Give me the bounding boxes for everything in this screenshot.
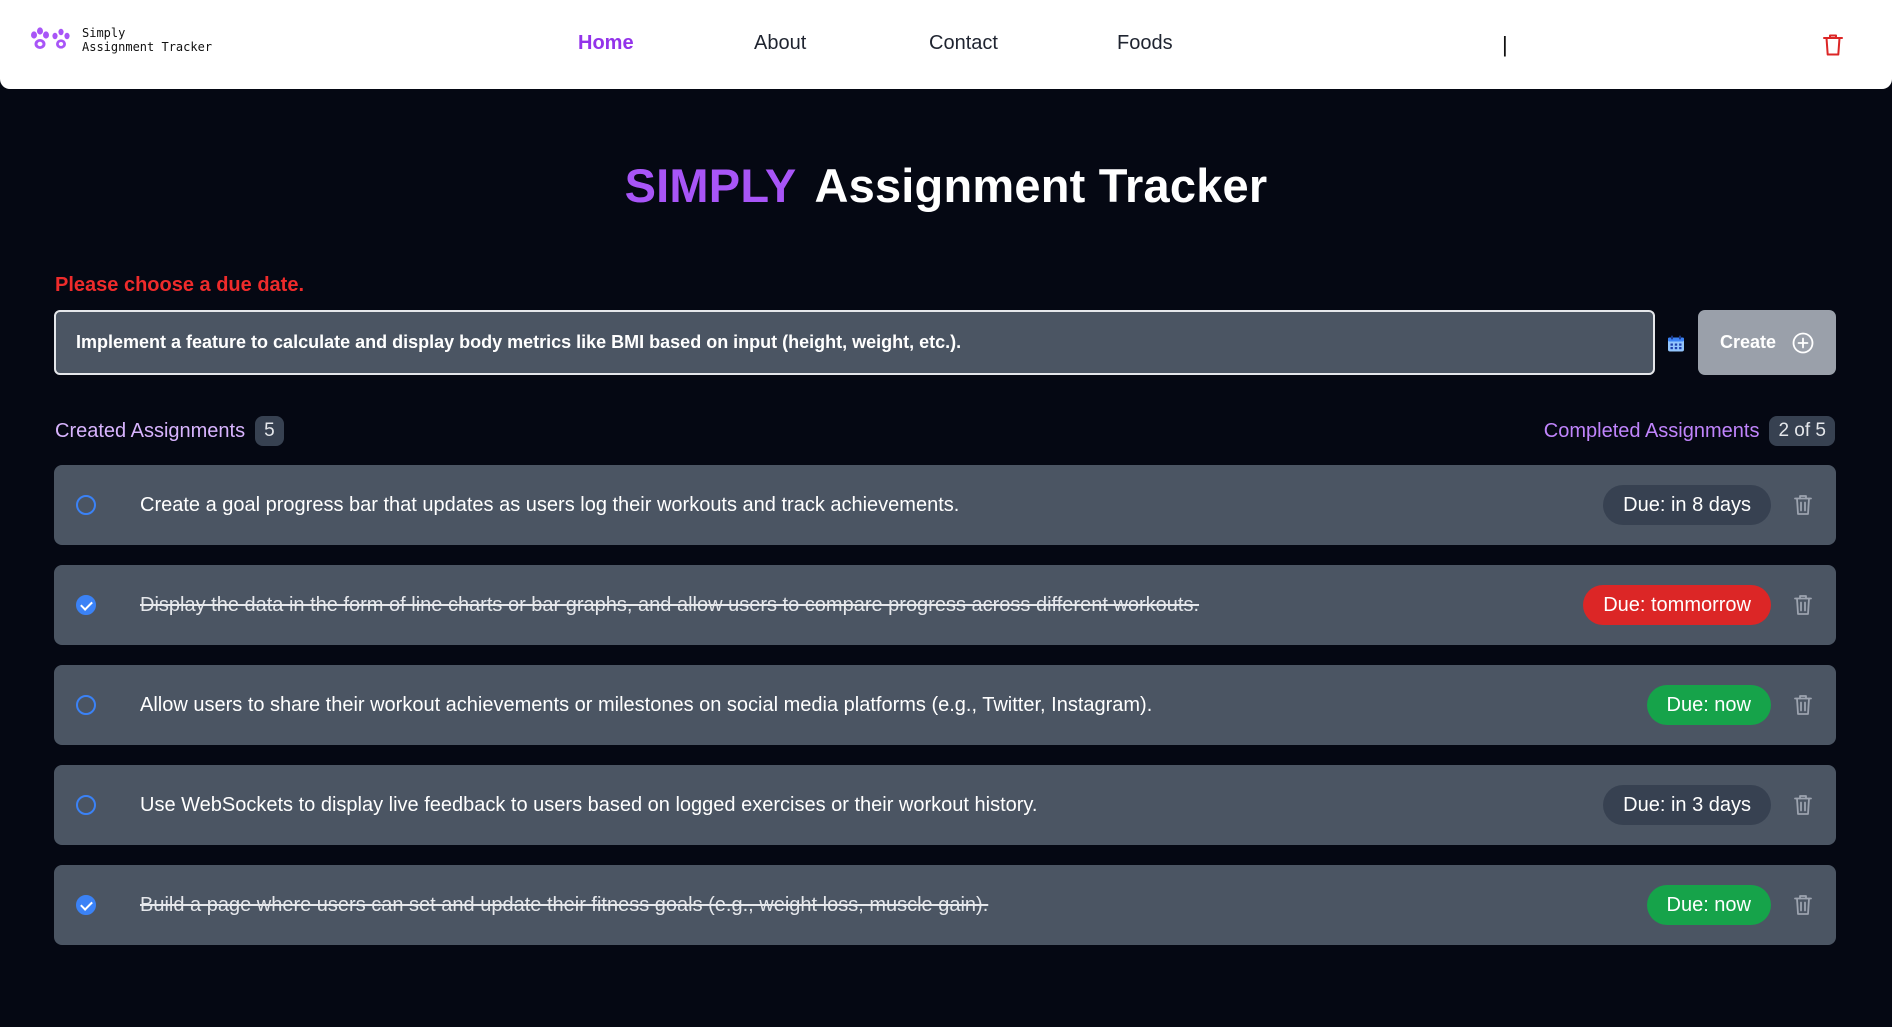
title-accent: SIMPLY — [624, 159, 797, 212]
nav-separator: | — [1502, 32, 1508, 57]
plus-circle-icon — [1792, 332, 1814, 353]
nav-link-about[interactable]: About — [754, 32, 806, 55]
task-row: Display the data in the form of line cha… — [54, 565, 1836, 645]
complete-toggle[interactable] — [76, 595, 96, 615]
trash-icon — [1794, 795, 1812, 815]
logo-line-1: Simply — [82, 26, 126, 40]
task-text: Use WebSockets to display live feedback … — [140, 794, 1038, 816]
create-button[interactable]: Create — [1698, 310, 1836, 375]
logo-text: Simply Assignment Tracker — [82, 26, 212, 54]
error-message: Please choose a due date. — [55, 274, 304, 296]
created-label: Created Assignments — [55, 419, 246, 442]
trash-icon — [1794, 595, 1812, 615]
navbar: Simply Assignment Tracker Home About Con… — [0, 0, 1892, 89]
created-counter: Created Assignments 5 — [55, 416, 284, 446]
delete-button[interactable] — [1793, 594, 1813, 621]
task-text: Allow users to share their workout achie… — [140, 694, 1153, 716]
logo[interactable]: Simply Assignment Tracker — [28, 26, 212, 54]
delete-button[interactable] — [1793, 794, 1813, 821]
calendar-icon — [1668, 335, 1684, 352]
task-text: Build a page where users can set and upd… — [140, 894, 989, 916]
complete-toggle[interactable] — [76, 895, 96, 915]
trash-icon — [1794, 695, 1812, 715]
clear-all-button[interactable] — [1822, 33, 1844, 62]
delete-button[interactable] — [1793, 494, 1813, 521]
assignment-input[interactable] — [54, 310, 1655, 375]
completed-counter: Completed Assignments 2 of 5 — [1544, 416, 1835, 446]
paw-icon — [31, 27, 70, 49]
create-button-label: Create — [1719, 332, 1777, 352]
complete-toggle[interactable] — [76, 795, 96, 815]
trash-icon — [1794, 495, 1812, 515]
complete-toggle[interactable] — [76, 695, 96, 715]
task-row: Use WebSockets to display live feedback … — [54, 765, 1836, 845]
completed-label: Completed Assignments — [1543, 419, 1760, 442]
nav-link-foods[interactable]: Foods — [1117, 32, 1173, 55]
title-main: Assignment Tracker — [814, 159, 1268, 212]
due-badge: Due: now — [1646, 885, 1771, 925]
task-text: Create a goal progress bar that updates … — [140, 494, 960, 516]
task-row: Allow users to share their workout achie… — [54, 665, 1836, 745]
due-badge: Due: now — [1646, 685, 1771, 725]
page-title: SIMPLY Assignment Tracker — [0, 158, 1892, 213]
task-row: Create a goal progress bar that updates … — [54, 465, 1836, 545]
task-row: Build a page where users can set and upd… — [54, 865, 1836, 945]
complete-toggle[interactable] — [76, 495, 96, 515]
completed-count-badge: 2 of 5 — [1769, 416, 1835, 446]
due-badge: Due: in 8 days — [1603, 485, 1771, 525]
trash-icon — [1823, 34, 1843, 56]
trash-icon — [1794, 895, 1812, 915]
task-text: Display the data in the form of line cha… — [140, 594, 1200, 616]
due-date-picker[interactable] — [1667, 335, 1685, 358]
created-count-badge: 5 — [255, 416, 284, 446]
nav-link-contact[interactable]: Contact — [929, 32, 998, 55]
delete-button[interactable] — [1793, 694, 1813, 721]
logo-line-2: Assignment Tracker — [82, 40, 213, 54]
due-badge: Due: tommorrow — [1583, 585, 1771, 625]
delete-button[interactable] — [1793, 894, 1813, 921]
nav-link-home[interactable]: Home — [578, 32, 634, 55]
due-badge: Due: in 3 days — [1603, 785, 1771, 825]
